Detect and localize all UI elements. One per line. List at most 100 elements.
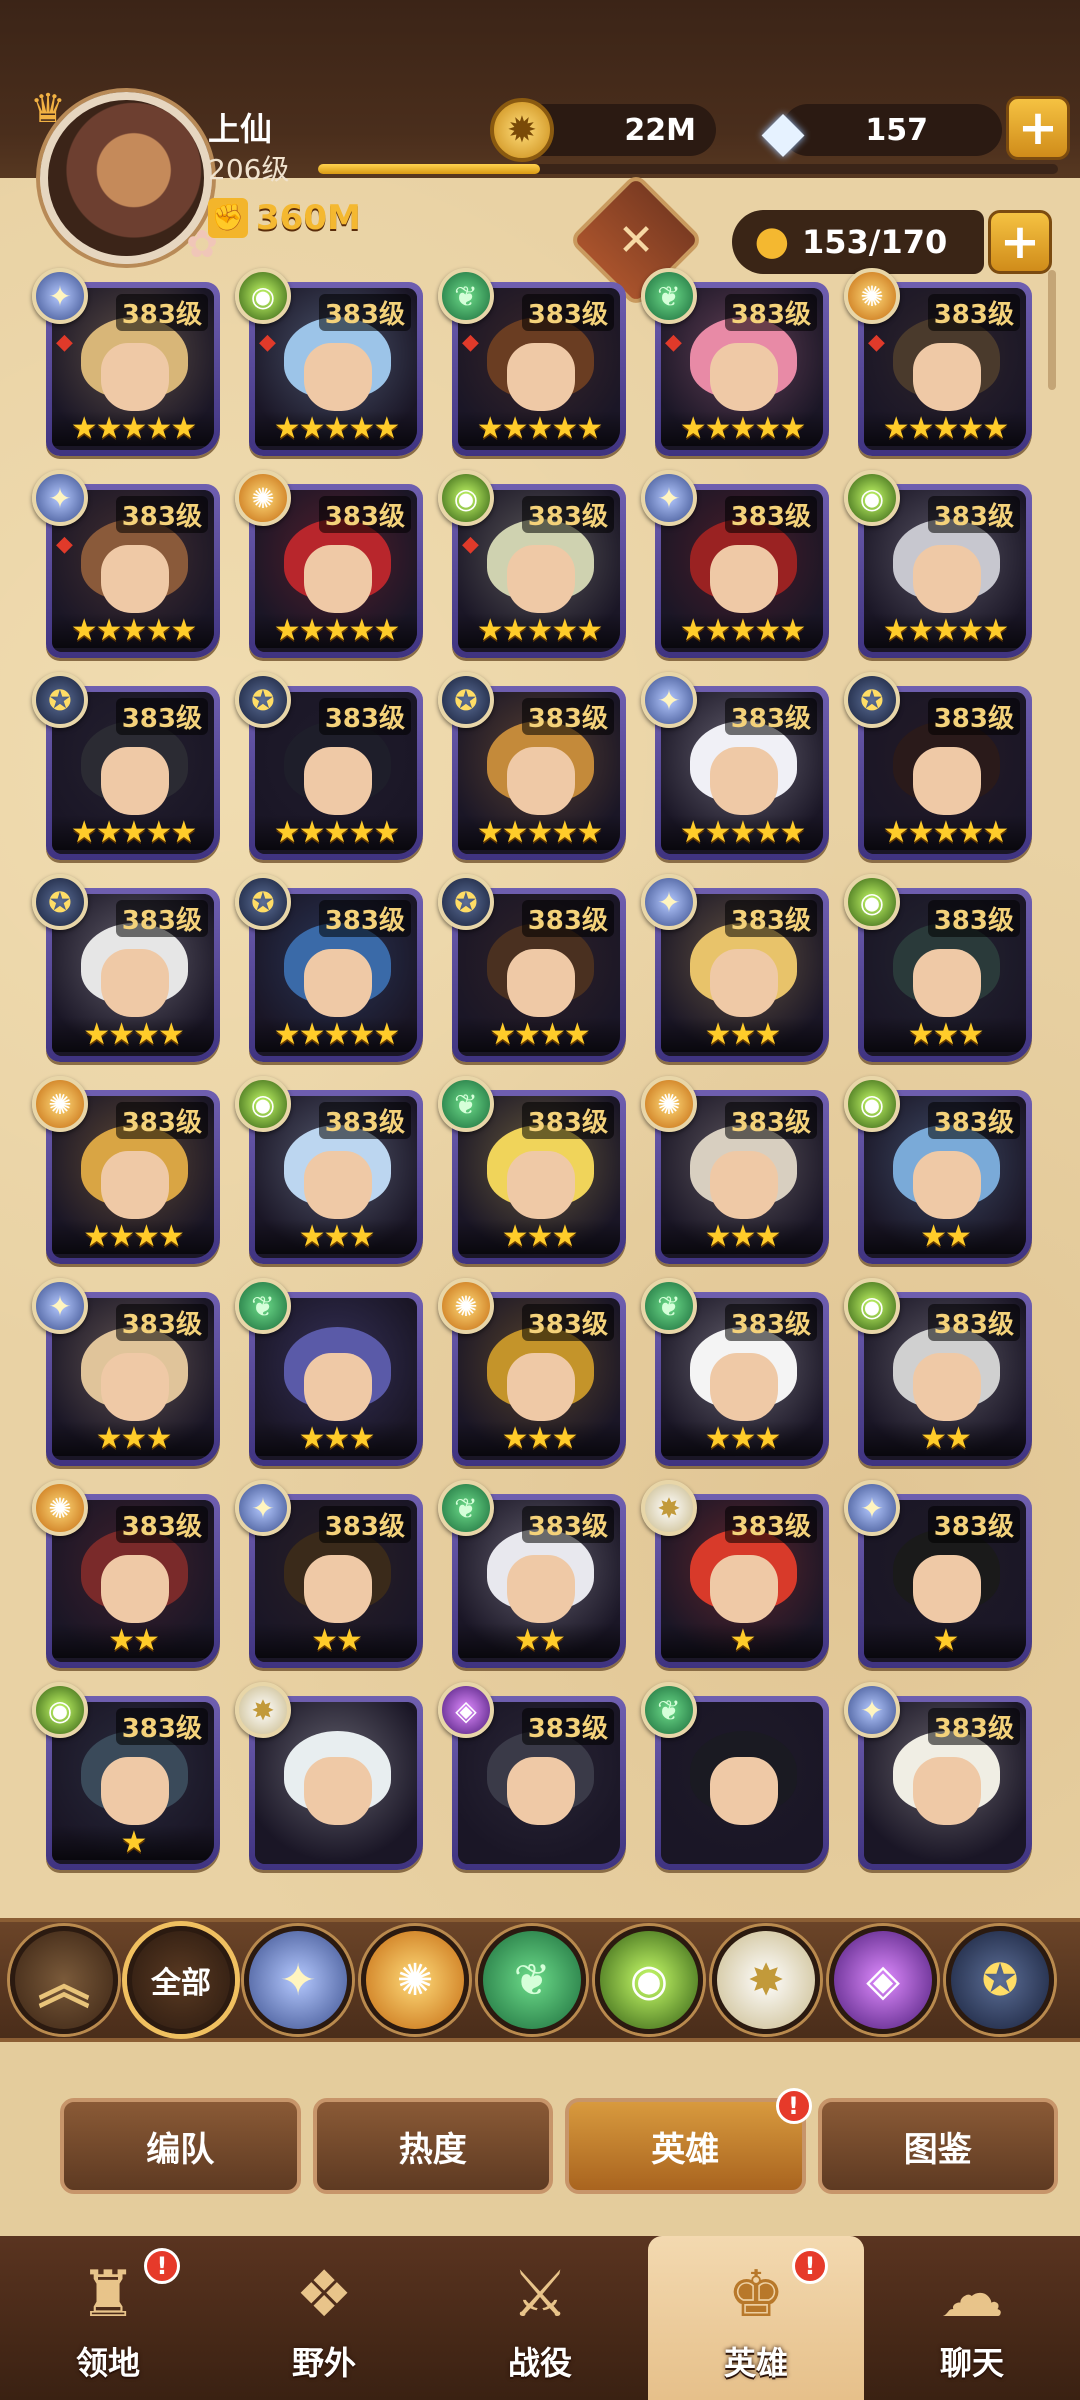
hero-stars: ★★★★★ [255, 815, 417, 850]
diamond-icon: ◆ [761, 98, 805, 164]
celestial-faction-icon: ✦ [844, 1682, 900, 1738]
tab-0[interactable]: 编队 [60, 2098, 301, 2194]
hero-card[interactable]: 383级 ★★★ ✦ [32, 1278, 220, 1466]
hero-card[interactable]: 383级 ★★ ◉ [844, 1076, 1032, 1264]
tab-1[interactable]: 热度 [312, 2098, 553, 2194]
hero-card[interactable]: 383级 ★★★★★ ✦ ◆ [32, 470, 220, 658]
hero-face [506, 1353, 575, 1422]
wilder-faction-icon: ◉ [844, 874, 900, 930]
diamond-value: 157 [865, 112, 928, 148]
hero-face [100, 949, 169, 1018]
hero-card[interactable]: 383级 ★★★★★ ❦ ◆ [438, 268, 626, 456]
hero-stars: ★★★★★ [458, 411, 620, 446]
hero-card[interactable]: 383级 ★ ✸ [641, 1480, 829, 1668]
hero-card[interactable]: 383级 ★★ ✺ [32, 1480, 220, 1668]
hero-card[interactable]: 383级 ★★ ❦ [438, 1480, 626, 1668]
notification-badge: ! [792, 2248, 828, 2284]
wilder-faction-icon: ◉ [235, 1076, 291, 1132]
nav-item-4[interactable]: ☁ 聊天 [864, 2236, 1080, 2400]
red-gem-icon: ◆ [56, 532, 73, 557]
hero-stars: ★★★ [255, 1421, 417, 1456]
hero-stars: ★★★★★ [52, 613, 214, 648]
hero-card[interactable]: 383级 ★★★ ❦ [438, 1076, 626, 1264]
hero-face [912, 747, 981, 816]
hero-stars: ★★★ [255, 1219, 417, 1254]
hero-card[interactable]: 383级 ★★★★★ ✪ [235, 672, 423, 860]
nav-item-3[interactable]: ♚ 英雄! [648, 2236, 864, 2400]
hero-level: 383级 [115, 1708, 208, 1745]
maulers-faction-icon: ❦ [235, 1278, 291, 1334]
hero-card[interactable]: 383级 ★★★★ ✪ [438, 874, 626, 1062]
hero-card[interactable]: 383级 ★★★★★ ◉ [844, 470, 1032, 658]
helmet-icon: ♚ [727, 2258, 785, 2332]
celestial-faction-icon: ✦ [641, 470, 697, 526]
hero-stars: ★★★★★ [661, 411, 823, 446]
player-avatar[interactable]: ♛ ✿ [30, 86, 218, 266]
hero-card[interactable]: 383级 ★★★★★ ✪ [32, 672, 220, 860]
filter-dimensional-icon[interactable]: ✪ [946, 1926, 1054, 2034]
hero-card[interactable]: 383级 ★★★ ❦ [641, 1278, 829, 1466]
filter-celestial-sun-icon[interactable]: ✸ [712, 1926, 820, 2034]
nav-item-2[interactable]: ⚔ 战役 [432, 2236, 648, 2400]
hero-face [506, 747, 575, 816]
hero-card[interactable]: 383级 ★★★★★ ✪ [844, 672, 1032, 860]
hero-face [303, 1555, 372, 1624]
hero-card[interactable]: 383级 ✦ [844, 1682, 1032, 1870]
hero-grid: 383级 ★★★★★ ✦ ◆ 383级 ★★★★★ ◉ ◆ 383级 ★★★★★ ❦ ◆ 383级 ★★★… [32, 268, 1036, 1870]
nav-item-0[interactable]: ♜ 领地! [0, 2236, 216, 2400]
hero-card[interactable]: 383级 ★ ◉ [32, 1682, 220, 1870]
hero-card[interactable]: 383级 ★★★★★ ◉ ◆ [438, 470, 626, 658]
wilder-faction-icon: ◉ [844, 1076, 900, 1132]
hero-card[interactable]: 383级 ★★★★★ ✦ [641, 470, 829, 658]
hero-card[interactable]: 383级 ★★★★★ ✺ [235, 470, 423, 658]
hero-card[interactable]: ★★★ ❦ [235, 1278, 423, 1466]
hero-card[interactable]: 383级 ★★★★★ ❦ ◆ [641, 268, 829, 456]
filter-mauler-icon[interactable]: ✺ [361, 1926, 469, 2034]
hero-card[interactable]: ❦ [641, 1682, 829, 1870]
hero-stars: ★★★★★ [661, 815, 823, 850]
hero-card[interactable]: 383级 ★★★★★ ✺ ◆ [844, 268, 1032, 456]
graveborn-faction-icon: ✪ [32, 672, 88, 728]
hero-face [506, 1151, 575, 1220]
hero-card[interactable]: 383级 ★★★ ◉ [844, 874, 1032, 1062]
roster-count: ● 153/170 [732, 210, 984, 274]
hero-card[interactable]: 383级 ★★★★★ ✦ [641, 672, 829, 860]
hero-card[interactable]: 383级 ★★★ ✺ [641, 1076, 829, 1264]
hero-card[interactable]: 383级 ★★★★ ✺ [32, 1076, 220, 1264]
graveborn-faction-icon: ✪ [32, 874, 88, 930]
collapse-chevron-icon[interactable]: ︽ [10, 1926, 118, 2034]
hero-card[interactable]: 383级 ★★ ✦ [235, 1480, 423, 1668]
hero-face [709, 545, 778, 614]
red-gem-icon: ◆ [462, 330, 479, 355]
hero-level: 383级 [318, 1506, 411, 1543]
expand-roster-button[interactable]: + [988, 210, 1052, 274]
hero-level: 383级 [521, 496, 614, 533]
hero-card[interactable]: 383级 ★★★ ✺ [438, 1278, 626, 1466]
hero-card[interactable]: 383级 ★ ✦ [844, 1480, 1032, 1668]
nav-item-1[interactable]: ❖ 野外 [216, 2236, 432, 2400]
hero-card[interactable]: 383级 ★★ ◉ [844, 1278, 1032, 1466]
hero-card[interactable]: 383级 ★★★★ ✪ [32, 874, 220, 1062]
hero-card[interactable]: 383级 ★★★★★ ✪ [438, 672, 626, 860]
hero-level: 383级 [927, 1304, 1020, 1341]
filter-hypogean-icon[interactable]: ◈ [829, 1926, 937, 2034]
filter-lightbearer-star-icon[interactable]: ✦ [244, 1926, 352, 2034]
hero-card[interactable]: 383级 ★★★ ◉ [235, 1076, 423, 1264]
tab-2[interactable]: 英雄! [565, 2088, 812, 2194]
scrollbar[interactable] [1048, 270, 1056, 390]
hero-card[interactable]: 383级 ◈ [438, 1682, 626, 1870]
filter-wilder-leaf-icon[interactable]: ❦ [478, 1926, 586, 2034]
hero-card[interactable]: ✸ [235, 1682, 423, 1870]
hero-card[interactable]: 383级 ★★★ ✦ [641, 874, 829, 1062]
hero-face [709, 747, 778, 816]
filter-all-button[interactable]: 全部 [127, 1926, 235, 2034]
hero-level: 383级 [927, 496, 1020, 533]
hero-card[interactable]: 383级 ★★★★★ ✪ [235, 874, 423, 1062]
filter-graveborn-eye-icon[interactable]: ◉ [595, 1926, 703, 2034]
hero-stars: ★★★ [458, 1421, 620, 1456]
red-gem-icon: ◆ [462, 532, 479, 557]
hero-card[interactable]: 383级 ★★★★★ ◉ ◆ [235, 268, 423, 456]
tab-3[interactable]: 图鉴 [817, 2098, 1058, 2194]
hero-card[interactable]: 383级 ★★★★★ ✦ ◆ [32, 268, 220, 456]
add-diamonds-button[interactable]: + [1006, 96, 1070, 160]
